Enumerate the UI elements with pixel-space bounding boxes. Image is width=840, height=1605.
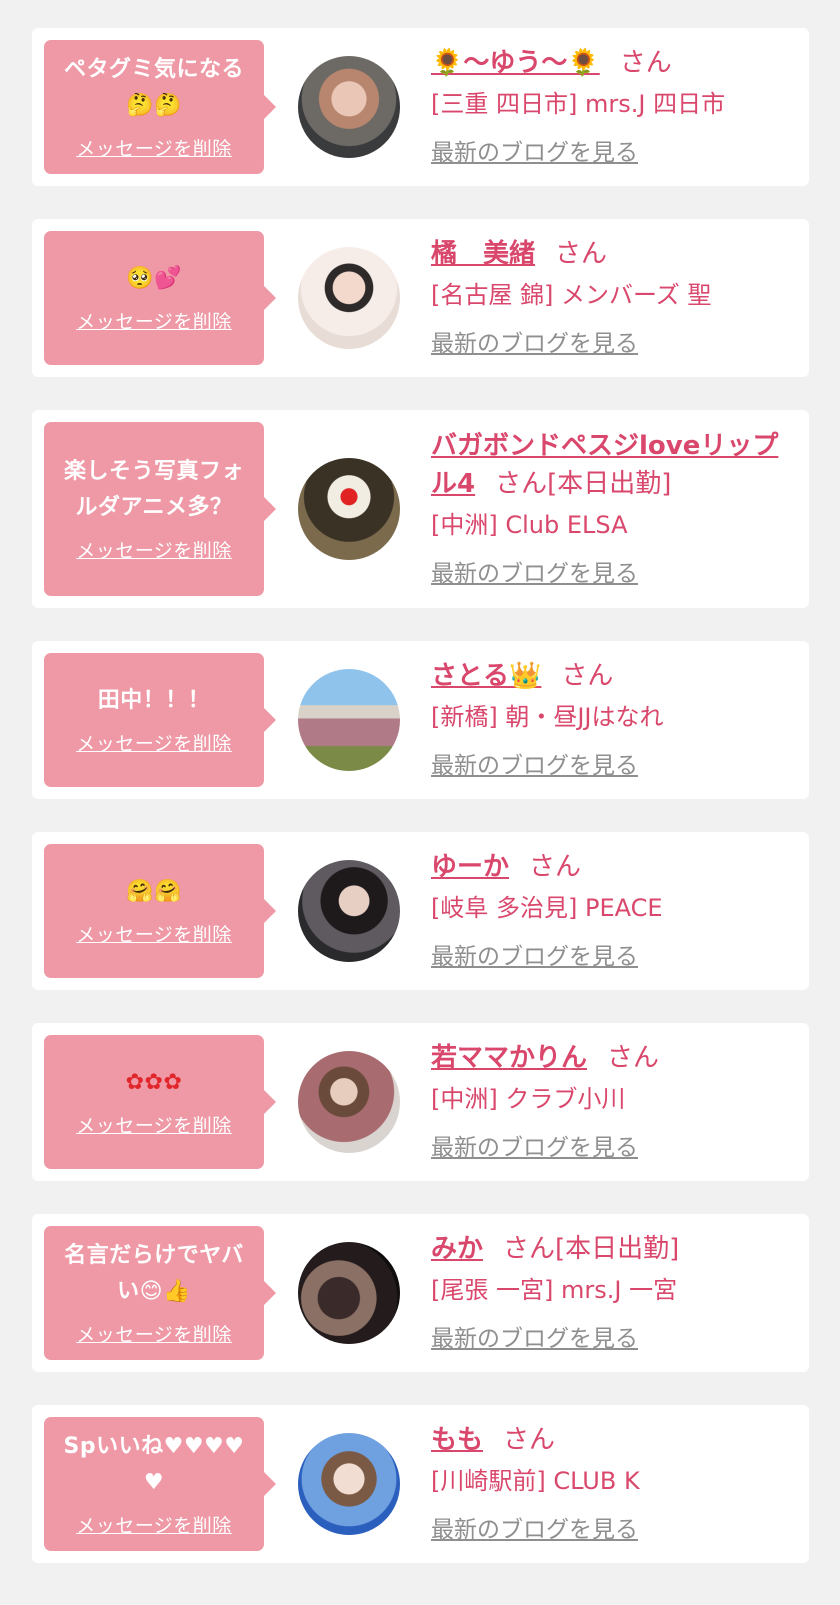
honorific: さん [561,661,614,691]
latest-blog-link[interactable]: 最新のブログを見る [431,557,638,591]
status-text: [本日出勤] [547,469,672,499]
avatar[interactable] [298,1242,400,1344]
list-item: 楽しそう写真フォルダアニメ多？ メッセージを削除 バガボンドペスジloveリップ… [32,410,809,608]
shop-text: [中洲] クラブ小川 [431,1085,626,1113]
avatar[interactable] [298,1433,400,1535]
profile-name-link[interactable]: さとる👑 [431,661,541,691]
message-bubble-wrap: 🥺💕 メッセージを削除 [44,231,276,365]
honorific: さん [555,239,608,269]
message-bubble: ペタグミ気になる🤔🤔 メッセージを削除 [44,40,276,174]
profile-name-link[interactable]: ゆーか [431,852,509,882]
message-text: 🤗🤗 [126,878,182,904]
list-item: 田中！！！ メッセージを削除 さとる👑 さん [新橋] 朝・昼JJはなれ 最新のブ… [32,641,809,799]
delete-message-button[interactable]: メッセージを削除 [76,1511,232,1538]
avatar[interactable] [298,458,400,560]
list-item: ペタグミ気になる🤔🤔 メッセージを削除 🌻〜ゆう〜🌻 さん [三重 四日市] mr… [32,28,809,186]
shop-text: [尾張 一宮] mrs.J 一宮 [431,1276,678,1304]
profile-info: バガボンドペスジloveリップル4 さん[本日出勤] [中洲] Club ELSA… [431,427,809,591]
name-line: ゆーか さん [431,848,789,886]
list-item: 🤗🤗 メッセージを削除 ゆーか さん [岐阜 多治見] PEACE 最新のブログを… [32,832,809,990]
latest-blog-link[interactable]: 最新のブログを見る [431,749,638,783]
profile-info: もも さん [川崎駅前] CLUB K 最新のブログを見る [431,1421,809,1547]
name-line: さとる👑 さん [431,657,789,695]
profile-name-link[interactable]: みか [431,1234,483,1264]
latest-blog-link[interactable]: 最新のブログを見る [431,1322,638,1356]
message-bubble: 田中！！！ メッセージを削除 [44,653,276,787]
latest-blog-link[interactable]: 最新のブログを見る [431,327,638,361]
avatar[interactable] [298,247,400,349]
latest-blog-link[interactable]: 最新のブログを見る [431,1513,638,1547]
profile-name-link[interactable]: 🌻〜ゆう〜🌻 [431,48,600,78]
delete-message-button[interactable]: メッセージを削除 [76,307,232,334]
message-bubble: Spいいね♥♥♥♥♥ メッセージを削除 [44,1417,276,1551]
shop-text: [中洲] Club ELSA [431,511,628,539]
name-line: みか さん[本日出勤] [431,1230,789,1268]
name-line: 若ママかりん さん [431,1039,789,1077]
message-bubble: 楽しそう写真フォルダアニメ多？ メッセージを削除 [44,422,276,596]
avatar[interactable] [298,1051,400,1153]
list-item: 名言だらけでヤバい😊👍 メッセージを削除 みか さん[本日出勤] [尾張 一宮] … [32,1214,809,1372]
latest-blog-link[interactable]: 最新のブログを見る [431,1131,638,1165]
message-bubble-wrap: 楽しそう写真フォルダアニメ多？ メッセージを削除 [44,422,276,596]
message-bubble: 🥺💕 メッセージを削除 [44,231,276,365]
shop-text: [新橋] 朝・昼JJはなれ [431,703,664,731]
message-text: 楽しそう写真フォルダアニメ多？ [63,458,244,520]
latest-blog-link[interactable]: 最新のブログを見る [431,136,638,170]
delete-message-button[interactable]: メッセージを削除 [76,1111,232,1138]
message-bubble-wrap: 🤗🤗 メッセージを削除 [44,844,276,978]
profile-info: みか さん[本日出勤] [尾張 一宮] mrs.J 一宮 最新のブログを見る [431,1230,809,1356]
delete-message-button[interactable]: メッセージを削除 [76,134,232,161]
message-bubble: 🤗🤗 メッセージを削除 [44,844,276,978]
honorific: さん [503,1425,556,1455]
shop-text: [三重 四日市] mrs.J 四日市 [431,90,726,118]
message-bubble: ✿✿✿ メッセージを削除 [44,1035,276,1169]
message-text: 🥺💕 [126,265,182,291]
message-text: Spいいね♥♥♥♥♥ [63,1433,245,1495]
shop-text: [川崎駅前] CLUB K [431,1467,640,1495]
avatar[interactable] [298,860,400,962]
profile-info: 🌻〜ゆう〜🌻 さん [三重 四日市] mrs.J 四日市 最新のブログを見る [431,44,809,170]
name-line: 橘 美緒 さん [431,235,789,273]
honorific: さん [529,852,582,882]
message-bubble-wrap: 名言だらけでヤバい😊👍 メッセージを削除 [44,1226,276,1360]
name-line: 🌻〜ゆう〜🌻 さん [431,44,789,82]
profile-info: さとる👑 さん [新橋] 朝・昼JJはなれ 最新のブログを見る [431,657,809,783]
shop-text: [名古屋 錦] メンバーズ 聖 [431,281,712,309]
message-text: ✿✿✿ [125,1069,183,1095]
message-text: ペタグミ気になる🤔🤔 [63,56,244,118]
message-text: 名言だらけでヤバい😊👍 [64,1242,244,1304]
profile-info: 橘 美緒 さん [名古屋 錦] メンバーズ 聖 最新のブログを見る [431,235,809,361]
honorific: さん [503,1234,556,1264]
list-item: ✿✿✿ メッセージを削除 若ママかりん さん [中洲] クラブ小川 最新のブログを… [32,1023,809,1181]
message-text: 田中！！！ [97,687,211,713]
delete-message-button[interactable]: メッセージを削除 [76,536,232,563]
honorific: さん [619,48,672,78]
message-list: ペタグミ気になる🤔🤔 メッセージを削除 🌻〜ゆう〜🌻 さん [三重 四日市] mr… [0,0,840,1563]
honorific: さん [495,469,548,499]
name-line: もも さん [431,1421,789,1459]
delete-message-button[interactable]: メッセージを削除 [76,920,232,947]
profile-info: 若ママかりん さん [中洲] クラブ小川 最新のブログを見る [431,1039,809,1165]
delete-message-button[interactable]: メッセージを削除 [76,729,232,756]
message-bubble: 名言だらけでヤバい😊👍 メッセージを削除 [44,1226,276,1360]
profile-info: ゆーか さん [岐阜 多治見] PEACE 最新のブログを見る [431,848,809,974]
message-bubble-wrap: 田中！！！ メッセージを削除 [44,653,276,787]
avatar[interactable] [298,669,400,771]
honorific: さん [607,1043,660,1073]
profile-name-link[interactable]: 若ママかりん [431,1043,587,1073]
latest-blog-link[interactable]: 最新のブログを見る [431,940,638,974]
shop-text: [岐阜 多治見] PEACE [431,894,663,922]
profile-name-link[interactable]: もも [431,1425,483,1455]
message-bubble-wrap: Spいいね♥♥♥♥♥ メッセージを削除 [44,1417,276,1551]
status-text: [本日出勤] [555,1234,680,1264]
name-line: バガボンドペスジloveリップル4 さん[本日出勤] [431,427,789,503]
profile-name-link[interactable]: 橘 美緒 [431,239,535,269]
message-bubble-wrap: ✿✿✿ メッセージを削除 [44,1035,276,1169]
list-item: 🥺💕 メッセージを削除 橘 美緒 さん [名古屋 錦] メンバーズ 聖 最新のブロ… [32,219,809,377]
avatar[interactable] [298,56,400,158]
list-item: Spいいね♥♥♥♥♥ メッセージを削除 もも さん [川崎駅前] CLUB K 最… [32,1405,809,1563]
delete-message-button[interactable]: メッセージを削除 [76,1320,232,1347]
message-bubble-wrap: ペタグミ気になる🤔🤔 メッセージを削除 [44,40,276,174]
